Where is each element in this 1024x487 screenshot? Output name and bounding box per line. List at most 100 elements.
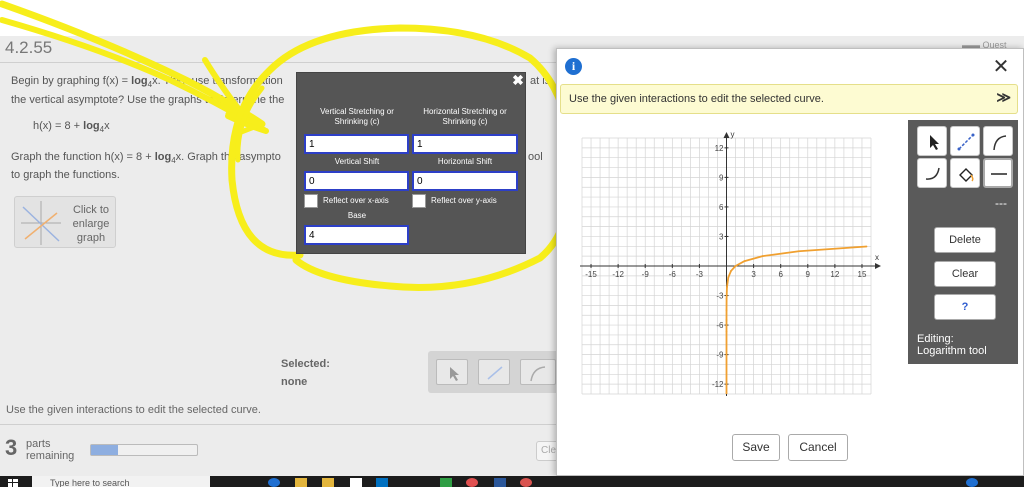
curve-point [865, 245, 868, 248]
taskbar-search-placeholder: Type here to search [50, 478, 130, 487]
dialog-close-icon[interactable]: ✕ [990, 56, 1012, 78]
cancel-button[interactable]: Cancel [788, 434, 848, 461]
reflect-x-checkbox[interactable] [304, 194, 318, 208]
save-button[interactable]: Save [732, 434, 780, 461]
line-tool[interactable] [950, 126, 980, 156]
base-label: Base [347, 211, 367, 220]
enlarge-graph-label: Click to enlarge graph [72, 204, 110, 244]
x-tick-label: 12 [830, 270, 839, 279]
logarithm-curve-tool[interactable] [917, 158, 947, 188]
editing-status: Editing: Logarithm tool [917, 333, 987, 357]
vertical-stretch-input[interactable] [304, 134, 409, 154]
curve-point [730, 270, 732, 272]
delete-button[interactable]: Delete [934, 227, 996, 253]
dashed-line-style[interactable]: --- [989, 196, 1013, 210]
pointer-tool[interactable] [917, 126, 947, 156]
question-menu-icon[interactable]: ▬▬ Quest [962, 40, 1024, 50]
x-tick-label: 15 [858, 270, 867, 279]
curve-point [797, 250, 800, 253]
amazon-icon[interactable] [350, 478, 362, 487]
curve-point [743, 260, 746, 262]
footer-instruction: Use the given interactions to edit the s… [6, 404, 261, 416]
parts-remaining-count: 3 [5, 435, 18, 460]
x-tick-label: -3 [696, 270, 704, 279]
base-input[interactable] [304, 225, 409, 245]
x-axis-label: x [875, 253, 879, 262]
curve-point [726, 286, 728, 289]
horizontal-stretch-label: Horizontal Stretching or Shrinking (c) [423, 107, 507, 126]
axes: xy [580, 130, 881, 396]
log-curve [725, 245, 867, 394]
taskbar-search[interactable]: Type here to search [32, 476, 210, 487]
curve-point [725, 330, 728, 333]
graph-thumbnail-icon [21, 201, 61, 245]
selected-label: Selected: [281, 358, 330, 370]
app-icon-red[interactable] [520, 478, 532, 487]
curve-point [727, 276, 730, 279]
info-icon[interactable]: i [565, 58, 582, 75]
y-tick-label: 9 [719, 173, 724, 182]
y-axis-arrow [723, 132, 730, 138]
question-line-1-tail: at is [530, 75, 551, 87]
x-tick-label: -6 [669, 270, 677, 279]
paint-bucket-icon[interactable] [950, 158, 980, 188]
curve-point [725, 319, 728, 321]
horizontal-shift-label: Horizontal Shift [437, 157, 493, 166]
browser-top-area [0, 0, 1024, 36]
curve-point [725, 297, 728, 300]
solid-line-style[interactable] [983, 158, 1013, 188]
instruction-text: Use the given interactions to edit the s… [569, 93, 824, 105]
y-tick-label: -6 [716, 321, 724, 330]
reflect-y-label: Reflect over y-axis [431, 196, 497, 205]
app-icon[interactable] [440, 478, 452, 487]
vertical-shift-label: Vertical Shift [334, 157, 380, 166]
curve-point [761, 255, 764, 258]
question-line-1: Begin by graphing f(x) = log4x. Then use… [11, 75, 283, 90]
y-tick-label: -3 [716, 292, 724, 301]
problem-number: 4.2.55 [5, 38, 53, 57]
instruction-banner: Use the given interactions to edit the s… [560, 84, 1018, 114]
x-tick-label: 3 [751, 270, 756, 279]
reflect-x-label: Reflect over x-axis [323, 196, 389, 205]
dropbox-icon[interactable] [376, 478, 388, 487]
clear-button[interactable]: Clear [934, 261, 996, 287]
tray-icon[interactable] [966, 478, 978, 487]
help-button[interactable]: ? [934, 294, 996, 320]
chrome-icon[interactable] [466, 478, 478, 487]
divider [0, 424, 560, 425]
edge-browser-icon[interactable] [268, 478, 280, 487]
graph-canvas[interactable]: xy -15 -12 -9 -6 -3 3 6 9 12 15-12-9-6-336912 [574, 130, 894, 410]
divider [0, 62, 560, 63]
expand-chevron-icon[interactable]: ≫ [996, 89, 1011, 106]
file-explorer-icon[interactable] [295, 478, 307, 487]
y-axis-label: y [731, 130, 735, 139]
curve-point [725, 309, 728, 312]
enlarge-graph-button[interactable]: Click to enlarge graph [14, 196, 116, 248]
selected-value: none [281, 376, 308, 388]
y-tick-label: -9 [716, 351, 724, 360]
exponential-curve-tool[interactable] [983, 126, 1013, 156]
curve-point [734, 265, 737, 267]
bg-line-tool[interactable] [478, 359, 510, 385]
progress-fill [91, 445, 118, 455]
x-tick-label: 9 [806, 270, 811, 279]
bg-pointer-tool[interactable] [436, 359, 468, 385]
graph-instruction-tail: ool [528, 151, 543, 163]
x-tick-label: -9 [642, 270, 650, 279]
vertical-shift-input[interactable] [304, 171, 409, 191]
x-tick-label: 6 [778, 270, 783, 279]
y-tick-label: 6 [719, 203, 724, 212]
windows-start-icon[interactable] [8, 479, 18, 487]
x-tick-label: -12 [612, 270, 624, 279]
background-tool-palette [428, 351, 560, 393]
function-h: h(x) = 8 + log4x [33, 120, 110, 135]
question-line-2: the vertical asymptote? Use the graphs t… [11, 94, 285, 106]
parts-remaining-label: parts remaining [26, 438, 75, 462]
word-icon[interactable] [494, 478, 506, 487]
store-icon[interactable] [322, 478, 334, 487]
bg-curve-tool[interactable] [520, 359, 556, 385]
horizontal-shift-input[interactable] [412, 171, 518, 191]
horizontal-stretch-input[interactable] [412, 134, 518, 154]
popup-close-icon[interactable]: ✖ [511, 73, 525, 87]
reflect-y-checkbox[interactable] [412, 194, 426, 208]
